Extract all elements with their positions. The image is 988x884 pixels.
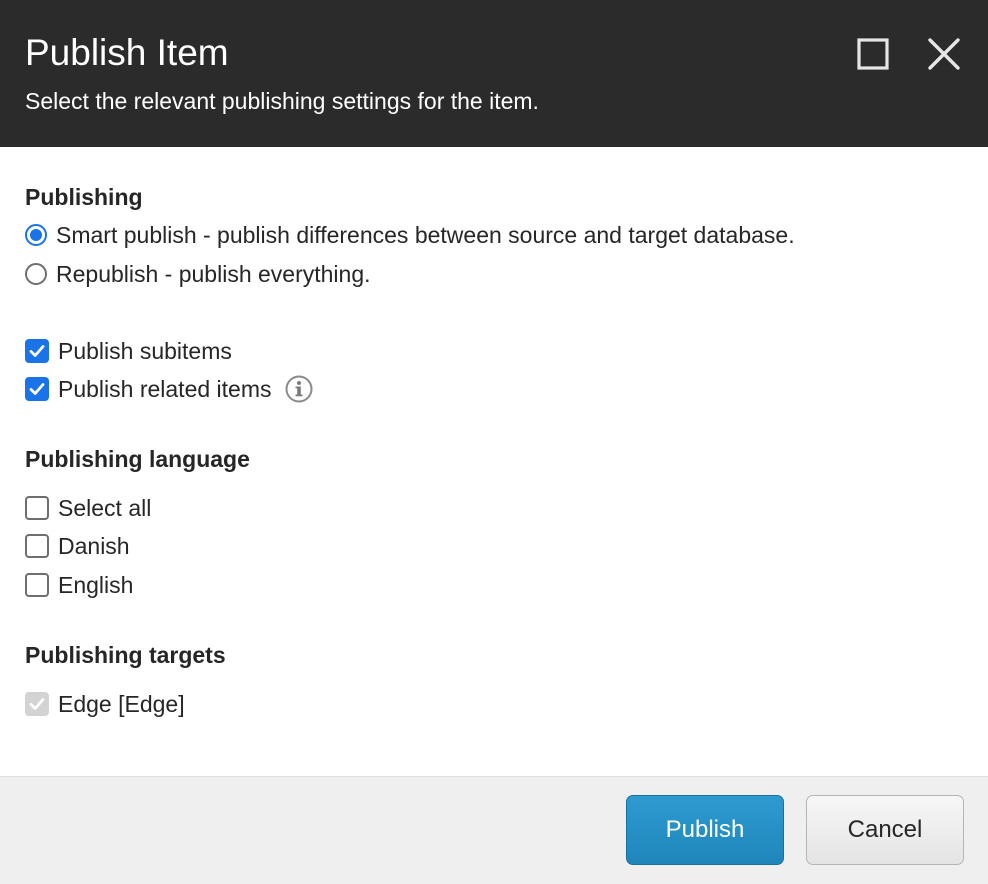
publish-item-dialog: Publish Item Select the relevant publish… — [0, 0, 988, 884]
dialog-title: Publish Item — [25, 32, 229, 73]
target-option-edge: Edge [Edge] — [25, 689, 185, 719]
smart-publish-option[interactable]: Smart publish - publish differences betw… — [25, 220, 795, 250]
smart-publish-label: Smart publish - publish differences betw… — [56, 222, 795, 248]
publishing-section-title: Publishing — [25, 184, 143, 210]
close-icon — [928, 38, 960, 70]
dialog-header: Publish Item Select the relevant publish… — [0, 0, 988, 147]
check-icon — [29, 383, 45, 395]
publish-button[interactable]: Publish — [626, 795, 784, 865]
language-option-english[interactable]: English — [25, 570, 133, 600]
republish-option[interactable]: Republish - publish everything. — [25, 259, 371, 289]
select-all-checkbox[interactable] — [25, 496, 49, 520]
publish-related-items-label: Publish related items — [58, 376, 272, 402]
publish-related-items-checkbox[interactable] — [25, 377, 49, 401]
publish-subitems-checkbox[interactable] — [25, 339, 49, 363]
dialog-footer: Publish Cancel — [0, 776, 988, 884]
dialog-subtitle: Select the relevant publishing settings … — [25, 88, 539, 114]
cancel-button[interactable]: Cancel — [806, 795, 964, 865]
check-icon — [29, 698, 45, 710]
select-all-label: Select all — [58, 495, 152, 521]
related-items-info-button[interactable] — [284, 374, 314, 404]
publish-subitems-option[interactable]: Publish subitems — [25, 336, 232, 366]
smart-publish-radio[interactable] — [25, 224, 47, 246]
info-icon — [285, 375, 312, 403]
danish-label: Danish — [58, 533, 130, 559]
check-icon — [29, 345, 45, 357]
danish-checkbox[interactable] — [25, 534, 49, 558]
publishing-targets-section-title: Publishing targets — [25, 642, 226, 668]
maximize-icon — [857, 38, 889, 70]
republish-label: Republish - publish everything. — [56, 261, 371, 287]
edge-target-label: Edge [Edge] — [58, 691, 185, 717]
publishing-language-section-title: Publishing language — [25, 446, 250, 472]
edge-target-checkbox — [25, 692, 49, 716]
english-label: English — [58, 572, 134, 598]
language-option-select-all[interactable]: Select all — [25, 493, 151, 523]
language-option-danish[interactable]: Danish — [25, 531, 130, 561]
republish-radio[interactable] — [25, 263, 47, 285]
dialog-body: Publishing Smart publish - publish diffe… — [0, 147, 988, 776]
english-checkbox[interactable] — [25, 573, 49, 597]
maximize-button[interactable] — [853, 34, 893, 74]
publish-subitems-label: Publish subitems — [58, 338, 232, 364]
publish-related-items-option[interactable]: Publish related items — [25, 374, 314, 404]
close-button[interactable] — [924, 34, 964, 74]
